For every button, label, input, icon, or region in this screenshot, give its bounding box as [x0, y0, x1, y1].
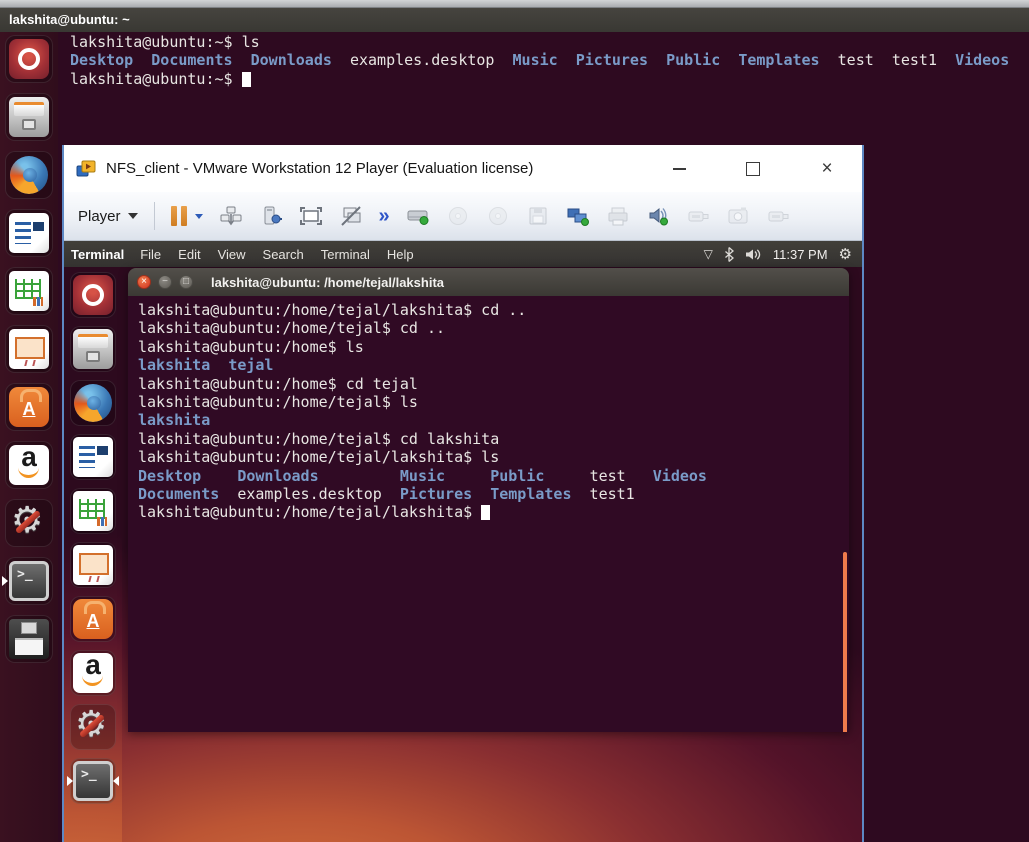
guest-terminal-window: × − □ lakshita@ubuntu: /home/tejal/laksh…	[128, 268, 849, 732]
terminal-line: lakshita@ubuntu:/home/tejal$ cd lakshita	[138, 430, 845, 448]
ubuntu-dash-icon[interactable]	[70, 272, 116, 318]
close-icon[interactable]: ×	[137, 275, 151, 289]
floppy-drive-icon[interactable]	[526, 205, 550, 227]
terminal-line: lakshita tejal	[138, 356, 845, 374]
libreoffice-writer-icon[interactable]	[70, 434, 116, 480]
libreoffice-impress-icon[interactable]	[5, 325, 53, 373]
send-ctrl-alt-del-icon[interactable]	[219, 205, 243, 227]
close-button[interactable]: ×	[816, 158, 838, 180]
guest-launcher	[64, 269, 122, 842]
libreoffice-writer-icon[interactable]	[5, 209, 53, 257]
amazon-icon[interactable]	[5, 441, 53, 489]
volume-icon[interactable]	[745, 248, 762, 261]
player-menu[interactable]: Player	[78, 208, 138, 225]
guest-menubar: Terminal File Edit View Search Terminal …	[64, 241, 862, 267]
terminal-icon[interactable]	[5, 557, 53, 605]
libreoffice-impress-icon[interactable]	[70, 542, 116, 588]
terminal-line: lakshita@ubuntu:/home/tejal/lakshita$ cd…	[138, 301, 845, 319]
vmware-toolbar: Player »	[64, 192, 862, 241]
fullscreen-icon[interactable]	[299, 205, 323, 227]
firefox-icon[interactable]	[70, 380, 116, 426]
software-center-icon[interactable]	[5, 383, 53, 431]
clock[interactable]: 11:37 PM	[773, 247, 828, 262]
floppy-disk-icon[interactable]	[5, 615, 53, 663]
minimize-icon[interactable]: −	[158, 275, 172, 289]
minimize-button[interactable]	[668, 158, 690, 180]
files-icon[interactable]	[70, 326, 116, 372]
menu-help[interactable]: Help	[387, 247, 414, 262]
vm-settings-icon[interactable]	[259, 205, 283, 227]
host-terminal-titlebar[interactable]: lakshita@ubuntu: ~	[0, 8, 1029, 32]
terminal-line: lakshita	[138, 411, 845, 429]
vmware-window-title: NFS_client - VMware Workstation 12 Playe…	[106, 160, 533, 177]
files-icon[interactable]	[5, 93, 53, 141]
terminal-icon[interactable]	[70, 758, 116, 804]
sound-adapter-icon[interactable]	[646, 205, 670, 227]
firefox-icon[interactable]	[5, 151, 53, 199]
hard-disk-icon[interactable]	[406, 205, 430, 227]
system-settings-icon[interactable]	[5, 499, 53, 547]
libreoffice-calc-icon[interactable]	[5, 267, 53, 315]
terminal-line: lakshita@ubuntu:/home/tejal/lakshita$	[138, 503, 845, 521]
pause-button[interactable]	[171, 206, 203, 226]
libreoffice-calc-icon[interactable]	[70, 488, 116, 534]
menu-terminal[interactable]: Terminal	[321, 247, 370, 262]
expand-toolbar-icon[interactable]: »	[379, 206, 390, 226]
player-menu-label: Player	[78, 208, 121, 225]
terminal-line: lakshita@ubuntu:/home/tejal$ cd ..	[138, 319, 845, 337]
running-indicator	[2, 576, 8, 586]
terminal-scrollbar[interactable]	[843, 552, 847, 732]
terminal-line: lakshita@ubuntu:/home/tejal/lakshita$ ls	[138, 448, 845, 466]
guest-app-menu[interactable]: Terminal	[71, 247, 124, 262]
terminal-line: Desktop Documents Downloads examples.des…	[70, 51, 1020, 69]
guest-terminal-titlebar[interactable]: × − □ lakshita@ubuntu: /home/tejal/laksh…	[128, 268, 849, 296]
bluetooth-icon[interactable]	[724, 247, 734, 262]
vmware-titlebar[interactable]: NFS_client - VMware Workstation 12 Playe…	[64, 145, 862, 192]
pause-icon	[171, 206, 187, 226]
cd-drive-icon[interactable]	[446, 205, 470, 227]
vmware-player-icon	[76, 160, 97, 178]
focused-indicator	[113, 776, 119, 786]
usb-device-icon[interactable]	[686, 205, 710, 227]
host-terminal-title: lakshita@ubuntu: ~	[9, 12, 130, 27]
menu-edit[interactable]: Edit	[178, 247, 200, 262]
terminal-line: lakshita@ubuntu:~$ ls	[70, 33, 1020, 51]
terminal-line: lakshita@ubuntu:~$	[70, 70, 1020, 88]
system-settings-icon[interactable]	[70, 704, 116, 750]
toolbar-separator	[154, 202, 155, 230]
maximize-icon[interactable]: □	[179, 275, 193, 289]
printer-icon[interactable]	[606, 205, 630, 227]
session-gear-icon[interactable]: ⚙	[839, 245, 852, 263]
usb-device-icon[interactable]	[766, 205, 790, 227]
vmware-player-window: NFS_client - VMware Workstation 12 Playe…	[62, 145, 864, 842]
terminal-line: lakshita@ubuntu:/home/tejal$ ls	[138, 393, 845, 411]
amazon-icon[interactable]	[70, 650, 116, 696]
network-indicator-icon[interactable]: ▽	[704, 247, 713, 261]
menu-view[interactable]: View	[218, 247, 246, 262]
chevron-down-icon	[128, 213, 138, 219]
desktop: lakshita@ubuntu: ~ lakshita@ubuntu:~$ ls…	[0, 0, 1029, 842]
host-top-panel	[0, 0, 1029, 8]
host-launcher	[0, 32, 58, 842]
unity-mode-icon[interactable]	[339, 205, 363, 227]
menu-file[interactable]: File	[140, 247, 161, 262]
menu-search[interactable]: Search	[263, 247, 304, 262]
maximize-button[interactable]	[742, 158, 764, 180]
terminal-line: lakshita@ubuntu:/home$ ls	[138, 338, 845, 356]
terminal-line: lakshita@ubuntu:/home$ cd tejal	[138, 375, 845, 393]
guest-terminal-title: lakshita@ubuntu: /home/tejal/lakshita	[211, 275, 444, 290]
guest-screen: Terminal File Edit View Search Terminal …	[64, 241, 862, 842]
software-center-icon[interactable]	[70, 596, 116, 642]
cd-drive-icon[interactable]	[486, 205, 510, 227]
network-adapter-icon[interactable]	[566, 205, 590, 227]
chevron-down-icon	[195, 214, 203, 219]
ubuntu-dash-icon[interactable]	[5, 35, 53, 83]
terminal-line: Documents examples.desktop Pictures Temp…	[138, 485, 845, 503]
terminal-line: Desktop Downloads Music Public test Vide…	[138, 467, 845, 485]
guest-terminal-content[interactable]: lakshita@ubuntu:/home/tejal/lakshita$ cd…	[128, 296, 849, 732]
host-terminal-content[interactable]: lakshita@ubuntu:~$ ls Desktop Documents …	[70, 33, 1020, 88]
screenshot-icon[interactable]	[726, 205, 750, 227]
